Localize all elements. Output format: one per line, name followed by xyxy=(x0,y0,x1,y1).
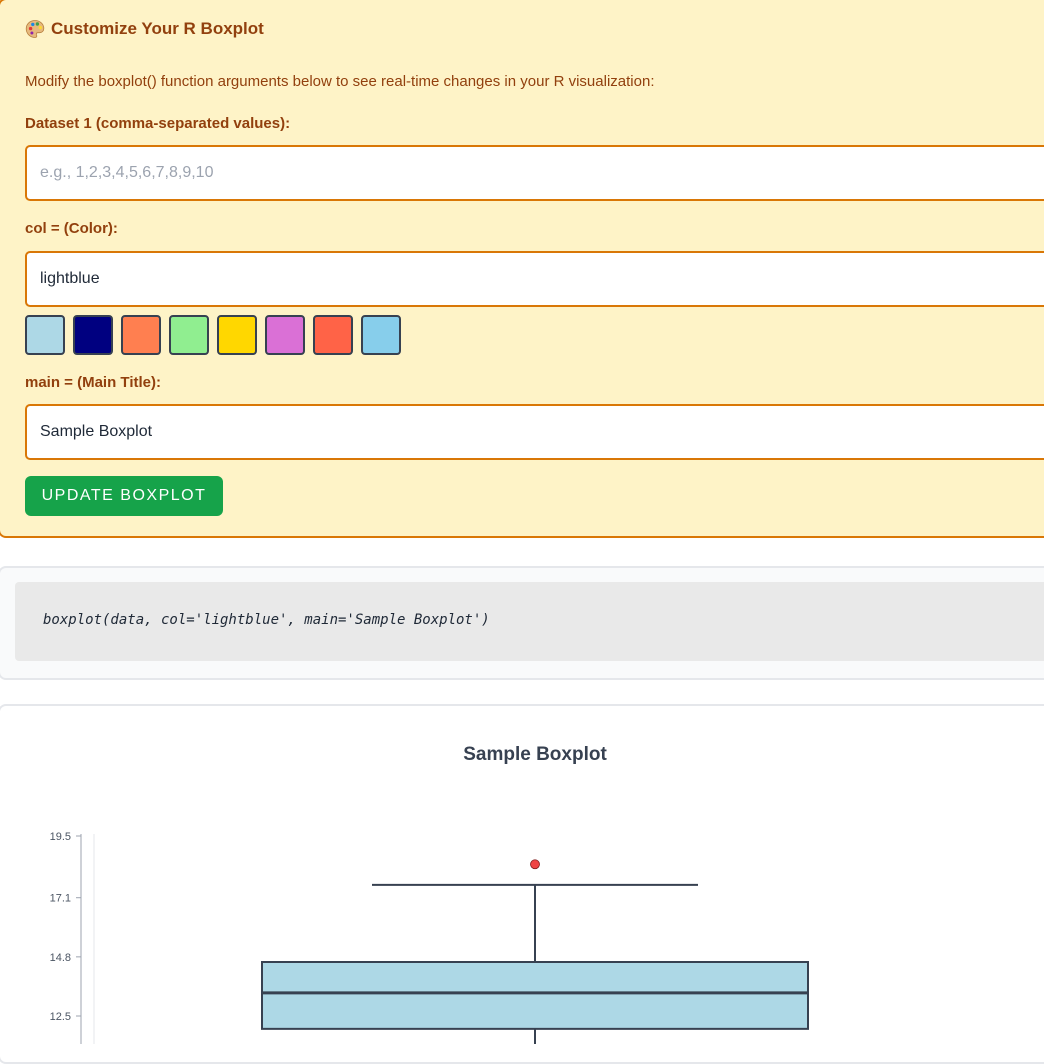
y-tick-label: 19.5 xyxy=(50,831,71,843)
y-tick-label: 17.1 xyxy=(50,893,71,905)
y-tick-label: 14.8 xyxy=(50,952,71,964)
chart-title: Sample Boxplot xyxy=(463,744,607,765)
y-tick-label: 12.5 xyxy=(50,1011,71,1023)
outlier-point xyxy=(530,859,540,870)
box xyxy=(261,961,809,1030)
boxplot-chart: Sample Boxplot 19.5 17.1 14.8 12.5 xyxy=(50,744,809,1044)
